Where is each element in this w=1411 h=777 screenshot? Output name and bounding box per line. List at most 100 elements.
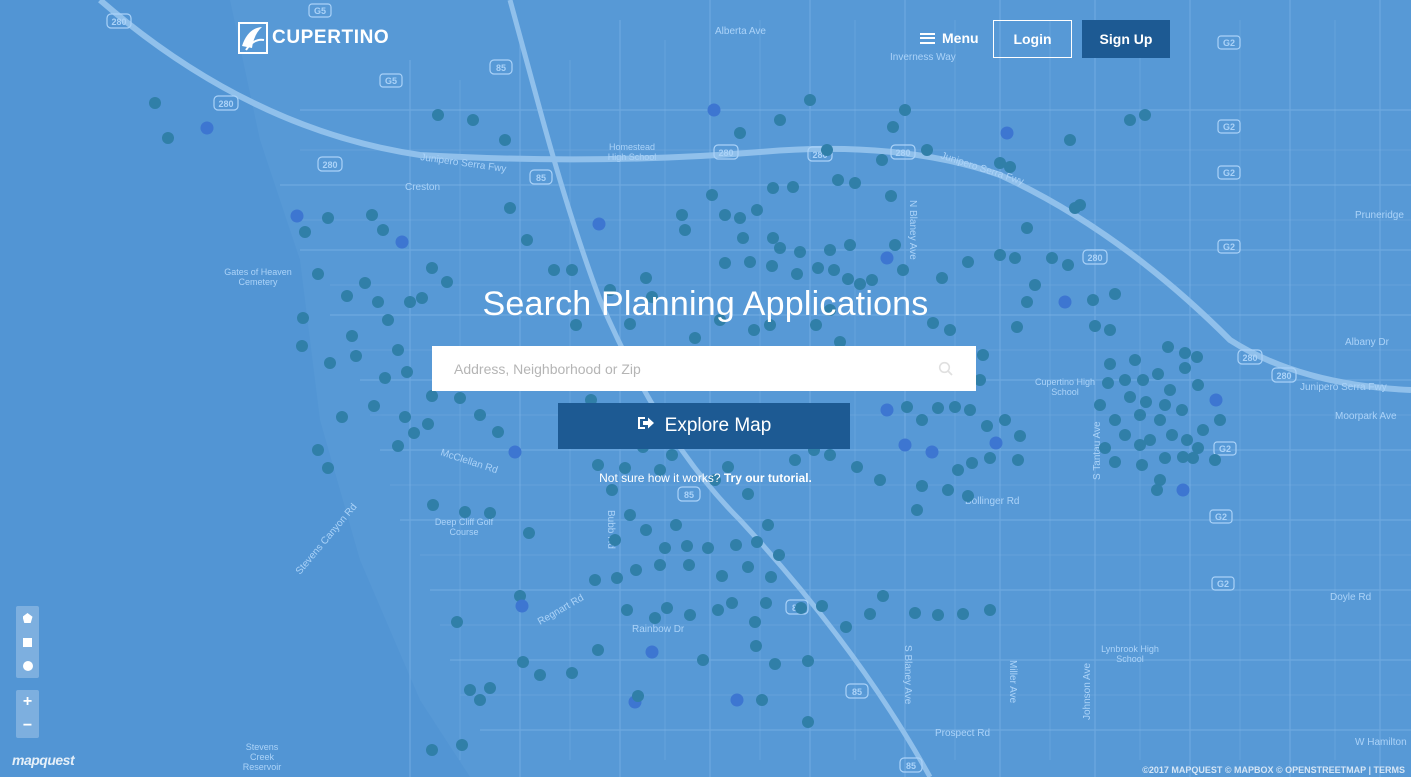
application-marker[interactable] xyxy=(712,604,724,616)
application-marker[interactable] xyxy=(200,121,214,135)
application-marker[interactable] xyxy=(422,418,434,430)
application-marker[interactable] xyxy=(1124,391,1136,403)
application-marker[interactable] xyxy=(760,597,772,609)
application-marker[interactable] xyxy=(408,427,420,439)
application-marker[interactable] xyxy=(749,616,761,628)
application-marker[interactable] xyxy=(1140,396,1152,408)
search-icon[interactable] xyxy=(938,361,954,377)
application-marker[interactable] xyxy=(821,144,833,156)
application-marker[interactable] xyxy=(508,445,522,459)
application-marker[interactable] xyxy=(885,190,897,202)
application-marker[interactable] xyxy=(925,445,939,459)
application-marker[interactable] xyxy=(670,519,682,531)
application-marker[interactable] xyxy=(426,744,438,756)
application-marker[interactable] xyxy=(1187,452,1199,464)
application-marker[interactable] xyxy=(1154,414,1166,426)
application-marker[interactable] xyxy=(474,694,486,706)
application-marker[interactable] xyxy=(1181,434,1193,446)
application-marker[interactable] xyxy=(377,224,389,236)
application-marker[interactable] xyxy=(742,488,754,500)
application-marker[interactable] xyxy=(697,654,709,666)
application-marker[interactable] xyxy=(484,507,496,519)
application-marker[interactable] xyxy=(1124,114,1136,126)
application-marker[interactable] xyxy=(548,264,560,276)
application-marker[interactable] xyxy=(999,414,1011,426)
application-marker[interactable] xyxy=(989,436,1003,450)
application-marker[interactable] xyxy=(1021,222,1033,234)
application-marker[interactable] xyxy=(789,454,801,466)
application-marker[interactable] xyxy=(734,212,746,224)
application-marker[interactable] xyxy=(795,602,807,614)
application-marker[interactable] xyxy=(1102,377,1114,389)
application-marker[interactable] xyxy=(661,602,673,614)
draw-circle-button[interactable] xyxy=(16,654,39,678)
application-marker[interactable] xyxy=(592,217,606,231)
application-marker[interactable] xyxy=(1192,379,1204,391)
application-marker[interactable] xyxy=(804,94,816,106)
application-marker[interactable] xyxy=(1000,126,1014,140)
draw-polygon-button[interactable] xyxy=(16,606,39,630)
application-marker[interactable] xyxy=(606,484,618,496)
application-marker[interactable] xyxy=(767,232,779,244)
tutorial-link[interactable]: Try our tutorial. xyxy=(724,471,812,485)
search-box[interactable] xyxy=(432,346,976,391)
application-marker[interactable] xyxy=(916,414,928,426)
application-marker[interactable] xyxy=(994,249,1006,261)
application-marker[interactable] xyxy=(346,330,358,342)
application-marker[interactable] xyxy=(324,357,336,369)
application-marker[interactable] xyxy=(844,239,856,251)
application-marker[interactable] xyxy=(592,459,604,471)
application-marker[interactable] xyxy=(889,239,901,251)
application-marker[interactable] xyxy=(1151,484,1163,496)
application-marker[interactable] xyxy=(679,224,691,236)
application-marker[interactable] xyxy=(751,536,763,548)
application-marker[interactable] xyxy=(750,640,762,652)
application-marker[interactable] xyxy=(484,682,496,694)
application-marker[interactable] xyxy=(645,645,659,659)
application-marker[interactable] xyxy=(649,612,661,624)
application-marker[interactable] xyxy=(1159,452,1171,464)
application-marker[interactable] xyxy=(1176,404,1188,416)
application-marker[interactable] xyxy=(322,212,334,224)
application-marker[interactable] xyxy=(1209,393,1223,407)
application-marker[interactable] xyxy=(921,144,933,156)
application-marker[interactable] xyxy=(666,449,678,461)
application-marker[interactable] xyxy=(492,426,504,438)
application-marker[interactable] xyxy=(401,366,413,378)
application-marker[interactable] xyxy=(515,599,529,613)
application-marker[interactable] xyxy=(432,109,444,121)
application-marker[interactable] xyxy=(1014,430,1026,442)
application-marker[interactable] xyxy=(966,457,978,469)
application-marker[interactable] xyxy=(1069,202,1081,214)
application-marker[interactable] xyxy=(726,597,738,609)
application-marker[interactable] xyxy=(849,177,861,189)
application-marker[interactable] xyxy=(962,256,974,268)
application-marker[interactable] xyxy=(1136,459,1148,471)
map-attribution[interactable]: ©2017 MAPQUEST © MAPBOX © OPENSTREETMAP … xyxy=(1142,765,1405,775)
application-marker[interactable] xyxy=(521,234,533,246)
application-marker[interactable] xyxy=(932,402,944,414)
application-marker[interactable] xyxy=(676,209,688,221)
application-marker[interactable] xyxy=(392,440,404,452)
application-marker[interactable] xyxy=(1179,362,1191,374)
application-marker[interactable] xyxy=(609,534,621,546)
application-marker[interactable] xyxy=(1166,429,1178,441)
application-marker[interactable] xyxy=(787,181,799,193)
application-marker[interactable] xyxy=(1046,252,1058,264)
application-marker[interactable] xyxy=(977,349,989,361)
application-marker[interactable] xyxy=(1104,358,1116,370)
application-marker[interactable] xyxy=(949,401,961,413)
application-marker[interactable] xyxy=(762,519,774,531)
application-marker[interactable] xyxy=(1176,483,1190,497)
application-marker[interactable] xyxy=(1009,252,1021,264)
application-marker[interactable] xyxy=(962,490,974,502)
application-marker[interactable] xyxy=(840,621,852,633)
application-marker[interactable] xyxy=(1129,354,1141,366)
application-marker[interactable] xyxy=(368,400,380,412)
application-marker[interactable] xyxy=(957,608,969,620)
application-marker[interactable] xyxy=(716,570,728,582)
application-marker[interactable] xyxy=(744,256,756,268)
application-marker[interactable] xyxy=(1209,454,1221,466)
application-marker[interactable] xyxy=(898,438,912,452)
application-marker[interactable] xyxy=(1099,442,1111,454)
